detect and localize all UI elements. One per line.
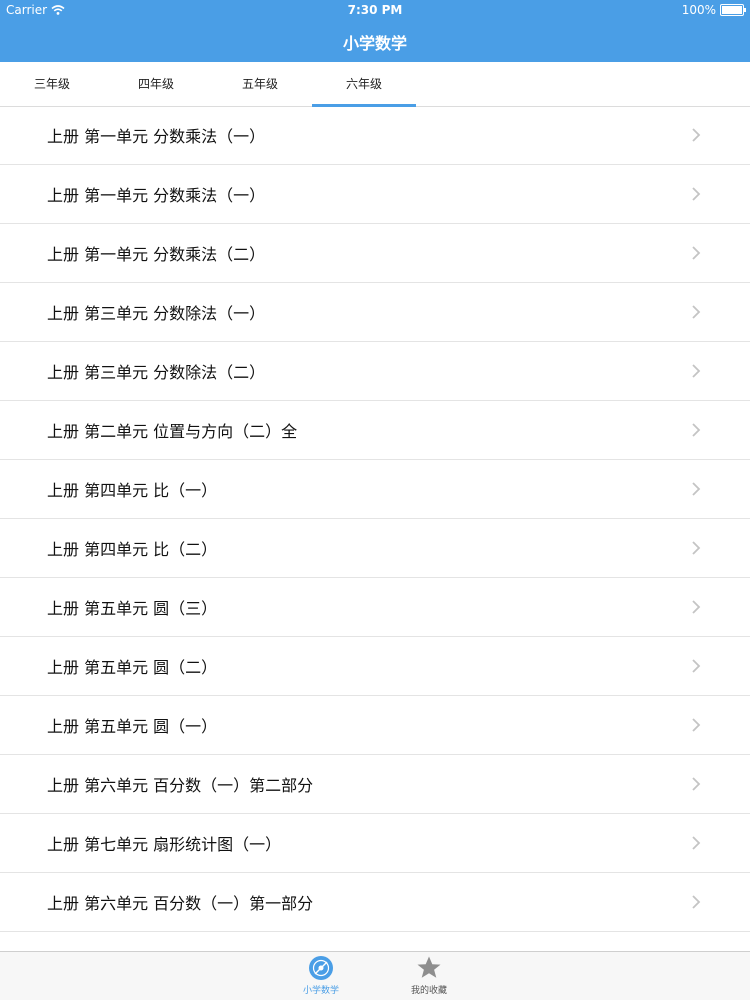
list-item-label: 上册 第七单元 扇形统计图（一） — [47, 835, 282, 854]
list-item-label: 上册 第一单元 分数乘法（一） — [47, 127, 266, 146]
list-item[interactable]: 上册 第六单元 百分数（一）第一部分 — [0, 873, 750, 932]
status-time: 7:30 PM — [347, 3, 403, 17]
list-item-label: 上册 第一单元 分数乘法（一） — [47, 186, 266, 205]
status-bar: Carrier 7:30 PM 100% — [0, 0, 750, 20]
list-item[interactable]: 上册 第一单元 分数乘法（二） — [0, 224, 750, 283]
list-item-label: 上册 第二单元 位置与方向（二）全 — [47, 422, 298, 441]
list-item[interactable]: 上册 第三单元 分数除法（二） — [0, 342, 750, 401]
chevron-right-icon — [692, 246, 701, 260]
chevron-right-icon — [692, 836, 701, 850]
chevron-right-icon — [692, 541, 701, 555]
tab-grade-6[interactable]: 六年级 — [312, 62, 416, 107]
list-item[interactable]: 上册 第五单元 圆（一） — [0, 696, 750, 755]
tabbar-item-favorites[interactable]: 我的收藏 — [389, 955, 469, 996]
list-item-label: 上册 第六单元 百分数（一）第二部分 — [47, 776, 314, 795]
chevron-right-icon — [692, 659, 701, 673]
chevron-right-icon — [692, 718, 701, 732]
chevron-right-icon — [692, 128, 701, 142]
list-item[interactable]: 上册 第一单元 分数乘法（一） — [0, 106, 750, 165]
tab-grade-4[interactable]: 四年级 — [104, 62, 208, 106]
list-item-label: 上册 第六单元 百分数（一）第一部分 — [47, 894, 314, 913]
page-title: 小学数学 — [342, 34, 407, 53]
list-item[interactable]: 上册 第五单元 圆（二） — [0, 637, 750, 696]
chevron-right-icon — [692, 482, 701, 496]
chevron-right-icon — [692, 423, 701, 437]
list-item[interactable]: 上册 第六单元 百分数（一）第二部分 — [0, 755, 750, 814]
list-item[interactable]: 上册 第四单元 比（一） — [0, 460, 750, 519]
list-item-label: 上册 第五单元 圆（三） — [47, 599, 218, 618]
list-item[interactable]: 上册 第三单元 分数除法（一） — [0, 283, 750, 342]
grade-tabs: 三年级 四年级 五年级 六年级 — [0, 62, 750, 107]
battery-indicator: 100% — [681, 3, 746, 17]
chevron-right-icon — [692, 600, 701, 614]
bottom-tab-bar: 小学数学 我的收藏 — [0, 951, 750, 1000]
list-item-label: 上册 第四单元 比（二） — [47, 540, 218, 559]
list-item[interactable]: 上册 第四单元 比（二） — [0, 519, 750, 578]
chevron-right-icon — [692, 305, 701, 319]
list-item-label: 上册 第三单元 分数除法（二） — [47, 363, 266, 382]
chevron-right-icon — [692, 364, 701, 378]
tabbar-label-math: 小学数学 — [302, 986, 339, 996]
list-item-label: 上册 第三单元 分数除法（一） — [47, 304, 266, 323]
disc-icon — [309, 956, 333, 980]
tab-grade-3[interactable]: 三年级 — [0, 62, 104, 106]
list-item-label: 上册 第五单元 圆（二） — [47, 658, 218, 677]
list-item-label: 上册 第一单元 分数乘法（二） — [47, 245, 266, 264]
list-item[interactable]: 上册 第五单元 圆（三） — [0, 578, 750, 637]
chevron-right-icon — [692, 895, 701, 909]
tabbar-label-favorites: 我的收藏 — [410, 986, 447, 996]
star-icon — [417, 956, 441, 978]
chevron-right-icon — [692, 187, 701, 201]
list-item[interactable]: 上册 第七单元 扇形统计图（一） — [0, 814, 750, 873]
battery-percent: 100% — [681, 3, 716, 17]
battery-icon — [720, 4, 746, 16]
list-item[interactable]: 上册 第二单元 位置与方向（二）全 — [0, 401, 750, 460]
list-item-label: 上册 第四单元 比（一） — [47, 481, 218, 500]
lesson-list[interactable]: 上册 第一单元 分数乘法（一） 上册 第一单元 分数乘法（一） 上册 第一单元 分数… — [0, 106, 750, 952]
list-item[interactable]: 上册 第一单元 分数乘法（一） — [0, 165, 750, 224]
tab-grade-5[interactable]: 五年级 — [208, 62, 312, 106]
chevron-right-icon — [692, 777, 701, 791]
tabbar-item-math[interactable]: 小学数学 — [281, 955, 361, 996]
top-bar: Carrier 7:30 PM 100% 小学数学 — [0, 0, 750, 62]
list-item-label: 上册 第五单元 圆（一） — [47, 717, 218, 736]
list-item[interactable]: 上册 第七单元 扇形统计图（二） — [0, 932, 750, 952]
